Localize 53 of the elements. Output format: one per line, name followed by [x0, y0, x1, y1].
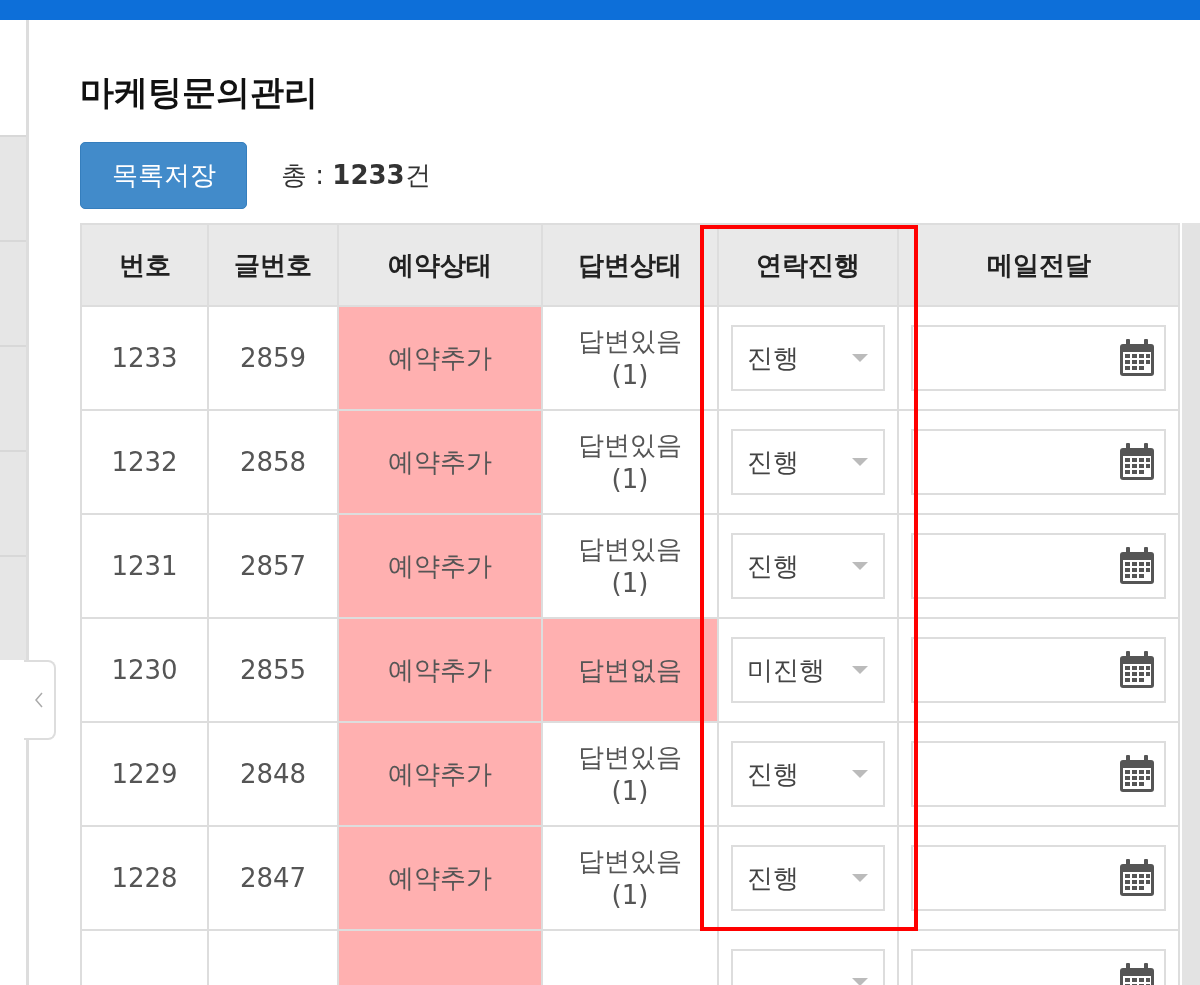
calendar-icon — [1118, 650, 1156, 690]
chevron-left-icon — [34, 691, 44, 709]
column-header: 연락진행 — [718, 224, 898, 306]
date-field[interactable] — [911, 845, 1166, 911]
date-field[interactable] — [911, 741, 1166, 807]
table-cell: 1230 — [81, 618, 208, 722]
dropdown-arrow-icon — [851, 769, 869, 779]
date-field[interactable] — [911, 533, 1166, 599]
answer-status-cell: 답변있음 (1) — [542, 306, 718, 410]
table-cell: 1233 — [81, 306, 208, 410]
table-cell: 1229 — [81, 722, 208, 826]
contact-dropdown[interactable]: 진행 — [731, 533, 885, 599]
table-cell: 1228 — [81, 826, 208, 930]
calendar-icon — [1118, 546, 1156, 586]
contact-dropdown[interactable]: 진행 — [731, 429, 885, 495]
dropdown-arrow-icon — [851, 977, 869, 985]
calendar-icon — [1118, 754, 1156, 794]
contact-dropdown[interactable]: 진행 — [731, 741, 885, 807]
column-header: 예약상태 — [338, 224, 542, 306]
save-list-button[interactable]: 목록저장 — [80, 142, 247, 209]
total-count: 총 : 1233건 — [281, 159, 431, 192]
date-field[interactable] — [911, 429, 1166, 495]
reservation-status-cell: 예약추가 — [338, 410, 542, 514]
column-header: 메일전달 — [898, 224, 1179, 306]
table-cell: 1232 — [81, 410, 208, 514]
answer-status-cell: 답변없음 — [542, 618, 718, 722]
contact-dropdown[interactable]: 진행 — [731, 845, 885, 911]
date-field[interactable] — [911, 325, 1166, 391]
dropdown-arrow-icon — [851, 873, 869, 883]
calendar-icon — [1118, 858, 1156, 898]
calendar-icon — [1118, 442, 1156, 482]
reservation-status-cell: 예약추가 — [338, 722, 542, 826]
answer-status-cell: 답변있음 (1) — [542, 826, 718, 930]
dropdown-arrow-icon — [851, 561, 869, 571]
date-field[interactable] — [911, 637, 1166, 703]
table-cell: 1231 — [81, 514, 208, 618]
column-header: 답변상태 — [542, 224, 718, 306]
column-header: 글번호 — [208, 224, 338, 306]
reservation-status-cell: 예약추가 — [338, 826, 542, 930]
column-header: 번호 — [81, 224, 208, 306]
answer-status-cell: 답변있음 (1) — [542, 410, 718, 514]
reservation-status-cell: 예약추가 — [338, 618, 542, 722]
dropdown-arrow-icon — [851, 665, 869, 675]
calendar-icon — [1118, 338, 1156, 378]
contact-dropdown[interactable]: 진행 — [731, 325, 885, 391]
dropdown-arrow-icon — [851, 353, 869, 363]
answer-status-cell: 답변있음 (1) — [542, 722, 718, 826]
reservation-status-cell: 예약추가 — [338, 514, 542, 618]
collapse-handle[interactable] — [24, 660, 56, 740]
page-title: 마케팅문의관리 — [80, 72, 319, 112]
dropdown-arrow-icon — [851, 457, 869, 467]
contact-dropdown[interactable]: 미진행 — [731, 637, 885, 703]
reservation-status-cell: 예약추가 — [338, 306, 542, 410]
